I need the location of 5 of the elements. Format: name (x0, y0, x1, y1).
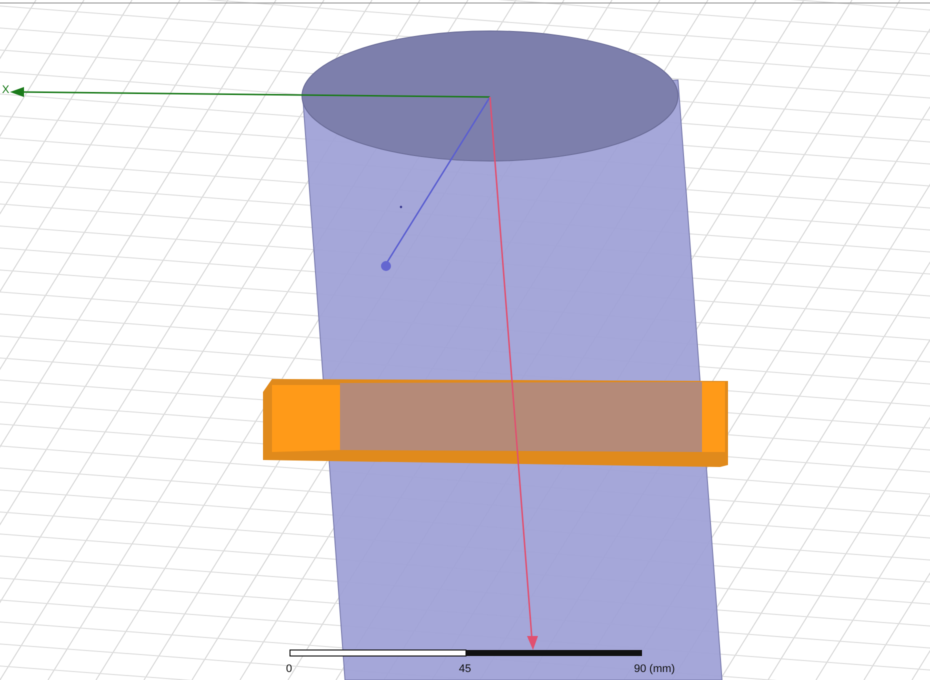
axis-label: X (2, 84, 10, 96)
point-marker (400, 206, 402, 208)
scale-label: 45 (458, 663, 472, 675)
scale-label: 90 (mm) (634, 663, 675, 675)
scale-label: 0 (286, 663, 292, 675)
